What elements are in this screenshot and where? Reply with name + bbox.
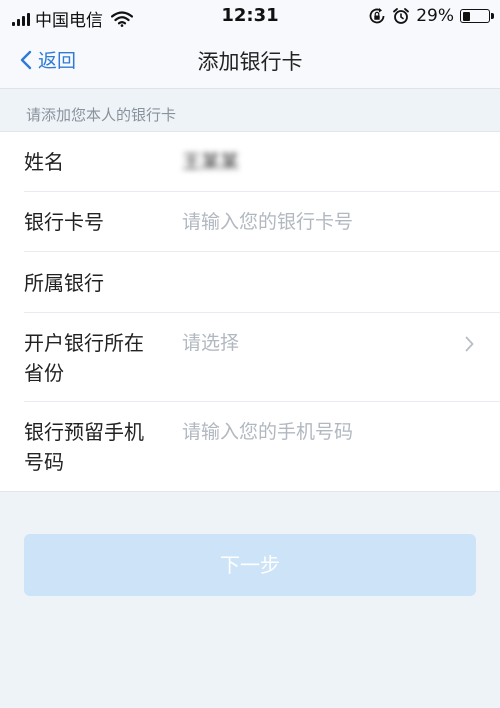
card-number-row[interactable]: 银行卡号 请输入您的银行卡号 xyxy=(24,192,500,252)
page-title: 添加银行卡 xyxy=(197,50,303,74)
phone-row[interactable]: 银行预留手机 号码 请输入您的手机号码 xyxy=(24,402,500,491)
name-label: 姓名 xyxy=(24,150,64,174)
status-right: 29% xyxy=(368,6,494,26)
province-select[interactable]: 请选择 xyxy=(182,328,239,358)
province-row[interactable]: 开户银行所在 省份 请选择 xyxy=(24,313,500,402)
name-row[interactable]: 姓名 王某某 xyxy=(24,132,500,192)
name-value: 王某某 xyxy=(182,151,240,173)
battery-percent: 29% xyxy=(416,6,454,26)
alarm-icon xyxy=(393,8,410,24)
card-number-input[interactable]: 请输入您的银行卡号 xyxy=(182,207,353,237)
phone-label: 银行预留手机 号码 xyxy=(24,420,144,474)
rotation-lock-icon xyxy=(369,8,385,24)
navigation-bar: 返回 添加银行卡 xyxy=(0,34,500,89)
bank-label: 所属银行 xyxy=(24,271,104,295)
battery-fill xyxy=(462,11,470,21)
section-hint: 请添加您本人的银行卡 xyxy=(26,106,177,124)
card-number-label: 银行卡号 xyxy=(24,210,104,234)
status-bar: 中国电信 12:31 29% xyxy=(0,0,500,34)
battery-icon xyxy=(460,9,494,23)
bank-card-form: 姓名 王某某 银行卡号 请输入您的银行卡号 所属银行 开户银行所在 省份 请选择… xyxy=(0,131,500,492)
next-button[interactable]: 下一步 xyxy=(24,534,476,596)
chevron-right-icon[interactable] xyxy=(465,336,474,352)
province-label: 开户银行所在 省份 xyxy=(24,331,144,385)
phone-input[interactable]: 请输入您的手机号码 xyxy=(182,417,353,447)
bank-row[interactable]: 所属银行 xyxy=(24,252,500,313)
